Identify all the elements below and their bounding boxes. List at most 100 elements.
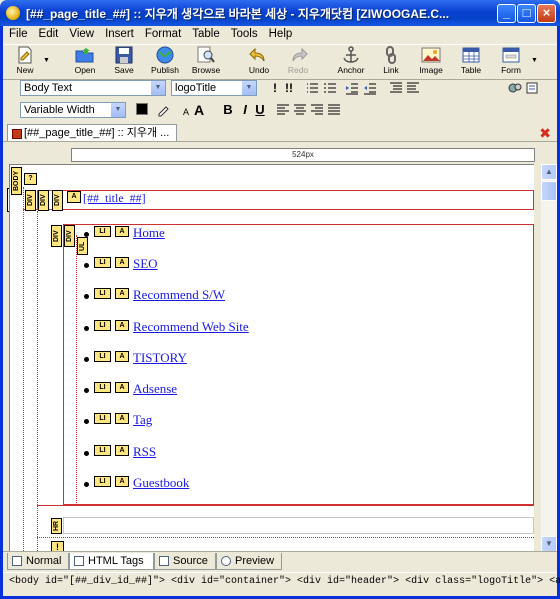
tab-preview[interactable]: Preview [216,553,282,570]
font-select[interactable]: Variable Width ▼ [20,102,126,118]
chevron-down-icon[interactable]: ▼ [110,103,125,117]
li-tag[interactable]: LI [94,320,111,331]
indent-icon[interactable] [345,81,359,95]
tab-normal[interactable]: Normal [7,553,69,570]
font-decrease-icon[interactable]: A [180,104,192,120]
new-dropdown-icon[interactable]: ▼ [43,57,50,64]
align-left-icon[interactable] [276,103,290,117]
undo-button[interactable]: Undo [237,46,281,75]
close-button[interactable]: × [537,4,556,23]
menu-tools[interactable]: Tools [225,26,263,40]
bold-button[interactable]: B [222,102,234,118]
align-right-icon[interactable] [310,103,324,117]
editing-canvas[interactable]: BODY ? DIV DIV DIV A [##_title_##] DIV D… [9,164,534,553]
menu-link-tag[interactable]: Tag [133,412,152,428]
menu-view[interactable]: View [63,26,99,40]
scroll-thumb[interactable] [541,181,557,201]
menu-link-tistory[interactable]: TISTORY [133,350,187,366]
div-menu-tag[interactable]: DIV [51,225,62,247]
div-menu-inner-tag[interactable]: DIV [64,225,75,247]
document-tab[interactable]: [##_page_title_##] :: 지우개 ... [7,124,177,141]
vertical-scrollbar[interactable]: ▲ ▼ [541,164,557,552]
li-tag[interactable]: LI [94,351,111,362]
link-button[interactable]: Link [369,46,413,75]
font-increase-icon[interactable]: A [193,102,205,118]
minimize-button[interactable]: _ [497,4,516,23]
table-button[interactable]: Table [449,46,493,75]
css-class-select[interactable]: logoTitle ▼ [171,80,257,96]
li-tag[interactable]: LI [94,476,111,487]
ul-tag[interactable]: UL [77,237,88,255]
a-tag[interactable]: A [115,226,129,237]
a-tag[interactable]: A [115,445,129,456]
form-button[interactable]: Form [489,46,533,75]
anchor-button[interactable]: Anchor [329,46,373,75]
hr-tag[interactable]: HR [51,518,62,534]
li-tag[interactable]: LI [94,413,111,424]
chevron-down-icon[interactable]: ▼ [241,81,256,95]
menu-link-recommend-web-site[interactable]: Recommend Web Site [133,319,249,335]
li-tag[interactable]: LI [94,445,111,456]
underline-button[interactable]: U [254,102,266,118]
image-button[interactable]: Image [409,46,453,75]
publish-button[interactable]: Publish [143,46,187,75]
paragraph-style-select[interactable]: Body Text ▼ [20,80,166,96]
redo-button[interactable]: Redo [276,46,320,75]
a-tag[interactable]: A [115,476,129,487]
li-tag[interactable]: LI [94,257,111,268]
a-tag[interactable]: A [115,320,129,331]
menu-link-rss[interactable]: RSS [133,444,156,460]
close-document-icon[interactable]: ✖ [539,125,551,142]
a-tag[interactable]: A [115,288,129,299]
li-tag[interactable]: LI [94,226,111,237]
highlight-pen-icon[interactable] [156,103,170,117]
body-tag[interactable]: BODY [11,167,22,195]
align-justify-icon[interactable] [327,103,341,117]
browse-button[interactable]: Browse [184,46,228,75]
div-logotitle-tag[interactable]: DIV [52,190,63,211]
text-color-swatch[interactable] [136,103,148,115]
open-button[interactable]: Open [63,46,107,75]
unordered-list-icon[interactable] [305,81,319,95]
unknown-tag[interactable]: ? [24,173,37,185]
li-tag[interactable]: LI [94,382,111,393]
div-container-tag[interactable]: DIV [25,190,36,211]
form-dropdown-icon[interactable]: ▼ [531,57,538,64]
menu-format[interactable]: Format [139,26,186,40]
italic-button[interactable]: I [239,102,251,118]
menu-file[interactable]: File [3,26,33,40]
align-center-icon[interactable] [293,103,307,117]
menu-edit[interactable]: Edit [33,26,64,40]
new-button[interactable]: New [3,46,47,75]
tab-html-tags[interactable]: HTML Tags [69,553,154,570]
menu-link-home[interactable]: Home [133,225,165,241]
menu-link-adsense[interactable]: Adsense [133,381,177,397]
title-link[interactable]: [##_title_##] [83,191,146,206]
important-button[interactable]: ! [269,80,281,96]
css-link-icon[interactable] [525,81,539,95]
title-bar[interactable]: [##_page_title_##] :: 지우개 생각으로 바라본 세상 - … [0,0,560,26]
scroll-down-icon[interactable]: ▼ [541,536,557,552]
block-outdent-icon[interactable] [406,81,420,95]
a-tag[interactable]: A [115,382,129,393]
menu-table[interactable]: Table [186,26,225,40]
a-tag[interactable]: A [115,413,129,424]
a-tag[interactable]: A [115,257,129,268]
maximize-button[interactable]: □ [517,4,536,23]
menu-link-recommend-sw[interactable]: Recommend S/W [133,287,225,303]
menu-link-seo[interactable]: SEO [133,256,158,272]
ordered-list-icon[interactable] [323,81,337,95]
menu-insert[interactable]: Insert [99,26,139,40]
a-tag[interactable]: A [115,351,129,362]
tag-path-statusbar[interactable]: <body id="[##_div_id_##]"> <div id="cont… [3,572,560,596]
tab-source[interactable]: Source [154,553,216,570]
div-header-tag[interactable]: DIV [38,190,49,211]
save-button[interactable]: Save [102,46,146,75]
outdent-icon[interactable] [363,81,377,95]
a-tag[interactable]: A [67,191,81,203]
very-important-button[interactable]: !! [283,80,295,96]
style-manager-icon[interactable] [508,81,522,95]
block-indent-icon[interactable] [389,81,403,95]
menu-link-guestbook[interactable]: Guestbook [133,475,189,491]
menu-help[interactable]: Help [263,26,298,40]
